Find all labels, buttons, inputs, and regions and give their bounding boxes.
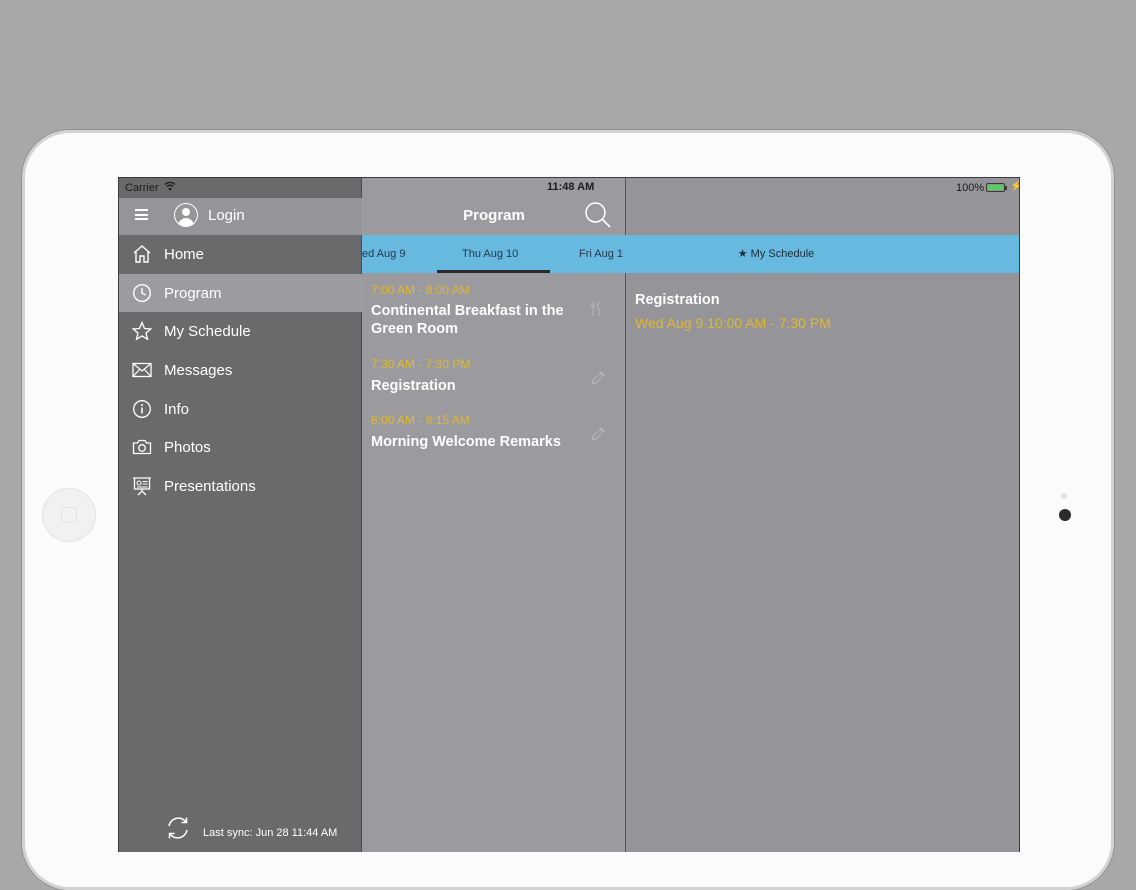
program-list-pane: Program ed Aug 9 Thu Aug 10 Fri Aug 1 7:… (362, 178, 626, 852)
event-time: Wed Aug 9 10:00 AM - 7:30 PM (635, 315, 831, 331)
event-title: Registration (635, 292, 720, 308)
my-schedule-bar: ★ My Schedule (626, 235, 1019, 273)
tab-day-thu[interactable]: Thu Aug 10 (462, 248, 518, 260)
wifi-icon (164, 181, 176, 191)
day-tabs: ed Aug 9 Thu Aug 10 Fri Aug 1 (362, 235, 626, 273)
session-title: Continental Breakfast in the Green Room (371, 303, 564, 337)
sidebar-item-label: Messages (164, 362, 233, 380)
pencil-icon[interactable] (590, 426, 606, 442)
my-schedule-label: My Schedule (750, 248, 815, 260)
info-icon (133, 399, 151, 418)
clock-icon (132, 283, 152, 302)
my-schedule-button[interactable]: ★ My Schedule (626, 247, 926, 260)
sidebar: Login Home Program My Schedule Messages … (119, 178, 362, 852)
search-icon[interactable] (584, 201, 612, 229)
front-camera (1059, 509, 1071, 521)
screen: Login Home Program My Schedule Messages … (118, 177, 1020, 852)
session-time: 7:00 AM - 8:00 AM (371, 283, 470, 297)
session-time: 8:00 AM - 8:15 AM (371, 413, 470, 427)
session-title: Morning Welcome Remarks (371, 434, 561, 450)
sidebar-item-label: Program (164, 284, 222, 302)
list-item[interactable]: 7:30 AM - 7:30 PM Registration (362, 352, 626, 408)
battery-tip (1005, 186, 1007, 190)
list-item[interactable]: 8:00 AM - 8:15 AM Morning Welcome Remark… (362, 408, 626, 464)
session-title: Registration (371, 378, 456, 394)
hamburger-menu-icon[interactable] (135, 209, 148, 220)
battery-percent: 100% (956, 182, 985, 194)
carrier-label: Carrier (125, 182, 159, 194)
tab-day-wed[interactable]: ed Aug 9 (362, 248, 405, 260)
sidebar-item-presentations[interactable]: Presentations (119, 467, 362, 506)
sidebar-header: Login (119, 198, 362, 235)
list-item[interactable]: 7:00 AM - 8:00 AM Continental Breakfast … (362, 278, 626, 346)
detail-pane: ★ My Schedule Registration Wed Aug 9 10:… (626, 178, 1019, 852)
sync-icon[interactable] (164, 814, 192, 842)
login-link[interactable]: Login (208, 207, 245, 224)
presentation-icon (133, 477, 151, 496)
sidebar-item-label: My Schedule (164, 323, 251, 341)
avatar-icon[interactable] (174, 203, 198, 227)
charging-icon: ⚡ (1010, 181, 1019, 192)
fork-knife-icon (591, 301, 600, 316)
session-time: 7:30 AM - 7:30 PM (371, 357, 471, 371)
sidebar-item-info[interactable]: Info (119, 390, 362, 429)
sidebar-item-messages[interactable]: Messages (119, 351, 362, 390)
star-icon (132, 321, 152, 342)
sidebar-item-label: Photos (164, 439, 211, 457)
last-sync-label: Last sync: Jun 28 11:44 AM (203, 827, 338, 839)
pencil-icon[interactable] (590, 370, 606, 386)
tab-day-fri[interactable]: Fri Aug 1 (579, 248, 623, 260)
sidebar-menu: Home Program My Schedule Messages Info P… (119, 235, 362, 506)
sensor-dot (1061, 493, 1067, 499)
battery-icon (986, 183, 1005, 192)
sidebar-item-home[interactable]: Home (119, 235, 362, 274)
sidebar-item-label: Info (164, 400, 190, 418)
clock-label: 11:48 AM (547, 181, 595, 193)
home-icon (133, 245, 151, 263)
camera-icon (132, 440, 152, 455)
star-icon: ★ (737, 248, 748, 260)
home-button[interactable] (42, 488, 96, 542)
sidebar-item-label: Presentations (164, 478, 256, 496)
selected-day-indicator (437, 270, 550, 273)
sidebar-item-photos[interactable]: Photos (119, 428, 362, 467)
status-bar: Carrier 11:48 AM 100% ⚡ (119, 178, 1019, 198)
sidebar-item-my-schedule[interactable]: My Schedule (119, 312, 362, 351)
envelope-icon (132, 362, 152, 378)
sidebar-item-label: Home (164, 246, 205, 263)
sidebar-item-program[interactable]: Program (119, 273, 362, 313)
